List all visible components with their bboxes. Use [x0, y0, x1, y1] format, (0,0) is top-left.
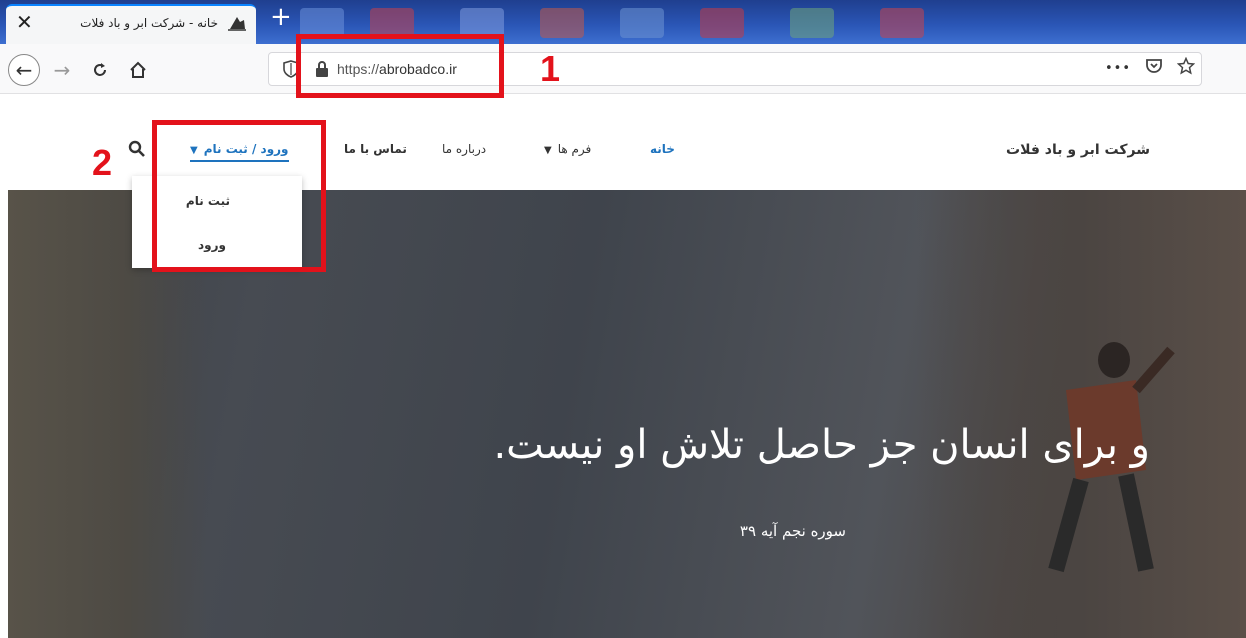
arrow-right-icon: → — [53, 58, 71, 82]
page-actions-button[interactable]: ••• — [1105, 61, 1131, 76]
annotation-number-1: 1 — [540, 48, 561, 89]
screenshot: خانه - شرکت ابر و باد فلات ✕ + ← → https… — [0, 0, 1246, 638]
reload-button[interactable] — [84, 54, 116, 86]
browser-tab-strip: خانه - شرکت ابر و باد فلات ✕ + — [0, 0, 1246, 44]
close-icon[interactable]: ✕ — [16, 12, 33, 32]
browser-tab-active[interactable]: خانه - شرکت ابر و باد فلات ✕ — [6, 4, 256, 44]
site-favicon-icon — [226, 14, 248, 32]
home-icon — [130, 61, 146, 78]
annotation-box-dropdown — [152, 120, 326, 272]
annotation-number-2: 2 — [92, 142, 113, 183]
forward-button[interactable]: → — [46, 54, 78, 86]
search-icon[interactable] — [128, 140, 146, 162]
tab-title: خانه - شرکت ابر و باد فلات — [80, 16, 218, 30]
arrow-left-icon: ← — [15, 58, 33, 82]
browser-navigation-bar: ← → https://abrobadco.ir ••• — [0, 44, 1246, 94]
back-button[interactable]: ← — [8, 54, 40, 86]
nav-contact[interactable]: تماس با ما — [344, 142, 407, 156]
nav-forms[interactable]: فرم ها ▼ — [544, 142, 591, 156]
nav-forms-label: فرم ها — [557, 142, 592, 156]
site-brand[interactable]: شرکت ابر و باد فلات — [1006, 142, 1150, 158]
hero-title: و برای انسان جز حاصل تلاش او نیست. — [493, 422, 1150, 468]
nav-home[interactable]: خانه — [650, 142, 675, 156]
new-tab-button[interactable]: + — [270, 2, 292, 32]
annotation-box-url — [296, 34, 504, 98]
bookmark-star-icon[interactable] — [1176, 56, 1196, 80]
nav-about[interactable]: درباره ما — [442, 142, 486, 156]
hero-subtitle: سوره نجم آیه ۳۹ — [739, 522, 846, 540]
home-button[interactable] — [122, 54, 154, 86]
reload-icon — [94, 63, 106, 76]
chevron-down-icon: ▼ — [544, 145, 552, 156]
pocket-icon[interactable] — [1145, 57, 1163, 80]
